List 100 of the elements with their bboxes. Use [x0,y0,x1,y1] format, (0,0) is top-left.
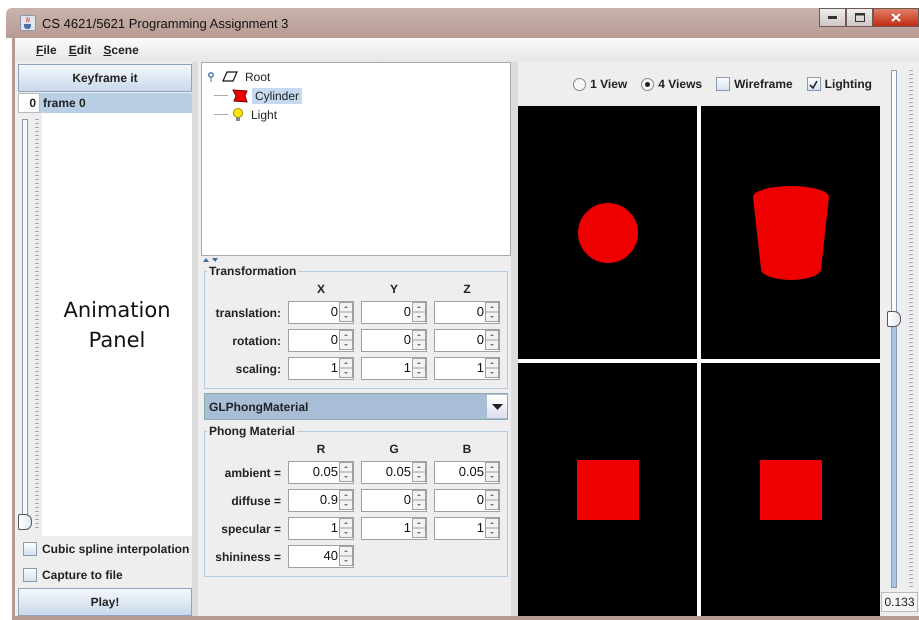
tree-node[interactable]: Cylinder [252,88,302,104]
keyframe-list-item[interactable]: frame 0 [40,93,192,113]
spinner-arrows-icon[interactable] [412,462,426,482]
field-label: translation: [214,306,281,320]
column-header: B [462,442,472,456]
column-header: X [316,282,326,296]
spinner-arrows-icon[interactable] [412,358,426,378]
field-label: ambient = [224,466,281,480]
field-label: shininess = [214,550,281,564]
number-spinner[interactable]: 0 [434,329,500,352]
checkbox-option[interactable]: Wireframe [716,77,793,91]
spinner-arrows-icon[interactable] [339,330,353,350]
group-title: Phong Material [208,424,296,438]
menu-item[interactable]: Scene [103,43,139,57]
number-spinner[interactable]: 1 [361,517,427,540]
number-spinner[interactable]: 0.05 [288,461,354,484]
field-label: diffuse = [230,494,281,508]
checkbox[interactable] [806,77,821,91]
spinner-arrows-icon[interactable] [339,546,353,566]
number-spinner[interactable]: 1 [288,517,354,540]
spinner-arrows-icon[interactable] [339,490,353,510]
spinner-arrows-icon[interactable] [412,518,426,538]
radio-option[interactable]: 1 View [573,77,628,91]
field-label: scaling: [234,362,281,376]
number-spinner[interactable]: 0.05 [434,461,500,484]
field-label: rotation: [231,334,281,348]
radio-button[interactable] [641,78,654,90]
viewport[interactable] [518,363,697,616]
menu-item[interactable]: File [36,43,57,57]
light-bulb-icon [232,108,244,122]
spinner-arrows-icon[interactable] [339,462,353,482]
column-header: G [388,442,400,456]
checkbox-option[interactable]: Capture to file [18,562,192,588]
checkbox-option[interactable]: Lighting [806,77,872,91]
viewport[interactable] [701,363,880,616]
material-dropdown[interactable]: GLPhongMaterial [204,393,508,420]
circle-drawing [576,202,638,264]
coffee-cup-icon [20,15,36,31]
minimize-button[interactable] [819,8,846,27]
number-spinner[interactable]: 1 [361,357,427,380]
slider-thumb[interactable] [18,514,32,530]
play-button[interactable]: Play! [18,588,192,616]
menu-item[interactable]: Edit [68,43,92,57]
number-spinner[interactable]: 0 [288,301,354,324]
spinner-arrows-icon[interactable] [485,358,499,378]
spinner-arrows-icon[interactable] [485,490,499,510]
maximize-button[interactable] [846,8,873,27]
spinner-arrows-icon[interactable] [412,490,426,510]
keyframe-button[interactable]: Keyframe it [18,64,192,92]
radio-option[interactable]: 4 Views [641,77,702,91]
frame-number-field[interactable]: 0 [18,93,40,113]
slider-thumb[interactable] [886,310,900,327]
viewport[interactable] [701,106,880,359]
group-title: Transformation [208,264,298,278]
polygon-icon [232,88,248,102]
spinner-arrows-icon[interactable] [339,358,353,378]
spinner-arrows-icon[interactable] [485,302,499,322]
number-spinner[interactable]: 1 [288,357,354,380]
spinner-arrows-icon[interactable] [339,302,353,322]
annotation-text: Animation [63,296,171,324]
checkbox[interactable] [23,568,37,582]
number-spinner[interactable]: 0.9 [288,489,354,512]
vertical-slider[interactable] [886,70,900,588]
square-drawing [576,460,638,520]
number-spinner[interactable]: 0 [288,329,354,352]
number-spinner[interactable]: 0 [361,301,427,324]
number-spinner[interactable]: 0.05 [361,461,427,484]
spinner-arrows-icon[interactable] [412,330,426,350]
number-spinner[interactable]: 40 [288,545,354,568]
parallelogram-icon [222,71,238,82]
number-spinner[interactable]: 0 [361,329,427,352]
splitter-arrows-icon[interactable] [203,257,221,263]
column-header: Z [462,282,472,296]
checkbox[interactable] [716,77,730,91]
square-drawing [760,460,822,520]
radio-button[interactable] [573,78,586,90]
column-header: R [316,442,326,456]
field-label: specular = [220,522,281,536]
checkbox-option[interactable]: Cubic spline interpolation [18,536,192,562]
number-spinner[interactable]: 1 [434,517,500,540]
tree-node[interactable]: Root [242,68,274,84]
window-title: CS 4621/5621 Programming Assignment 3 [42,16,288,30]
checkbox[interactable] [23,542,37,556]
spinner-arrows-icon[interactable] [485,462,499,482]
viewport[interactable] [518,106,697,359]
slider-value-field: 0.133 [881,592,918,612]
close-icon [891,13,901,22]
close-button[interactable] [873,8,919,27]
spinner-arrows-icon[interactable] [412,302,426,322]
number-spinner[interactable]: 0 [361,489,427,512]
tree-node[interactable]: Light [248,106,280,122]
number-spinner[interactable]: 0 [434,301,500,324]
spinner-arrows-icon[interactable] [485,330,499,350]
spinner-arrows-icon[interactable] [485,518,499,538]
number-spinner[interactable]: 1 [434,357,500,380]
vertical-slider[interactable] [18,119,32,530]
number-spinner[interactable]: 0 [434,489,500,512]
annotation-text: Panel [88,326,146,354]
caret-icon [492,404,502,410]
spinner-arrows-icon[interactable] [339,518,353,538]
